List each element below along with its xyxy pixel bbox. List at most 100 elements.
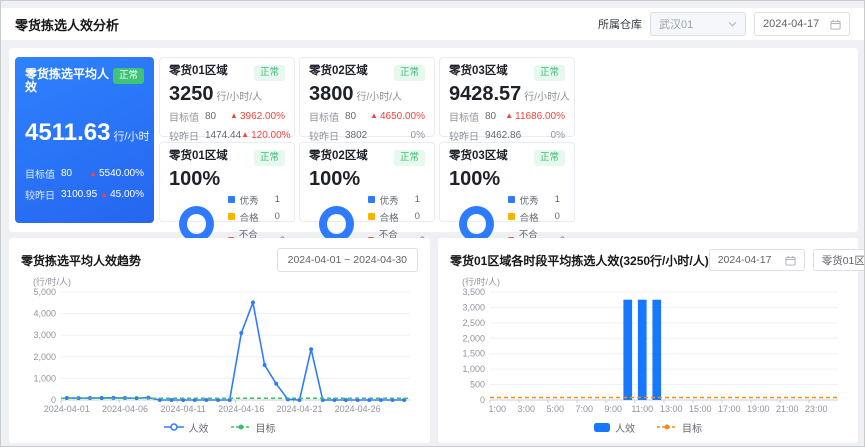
legend-item-qualified[interactable]: 合格0: [508, 210, 565, 224]
svg-text:2024-04-26: 2024-04-26: [335, 404, 381, 414]
donut-chart: [319, 206, 354, 242]
rate-card-title: 零货01区域: [169, 150, 228, 163]
status-badge: 正常: [254, 150, 285, 166]
blue-square-icon: [368, 196, 375, 203]
rate-card-title: 零货03区域: [449, 150, 508, 163]
svg-text:(行/时/人): (行/时/人): [33, 276, 71, 287]
area-metric-value: 3800行/小时/人: [309, 83, 425, 105]
calendar-icon: [785, 255, 796, 266]
svg-text:1,500: 1,500: [462, 349, 485, 359]
svg-text:9:00: 9:00: [604, 404, 622, 414]
warehouse-select[interactable]: 武汉01: [650, 12, 746, 36]
blue-square-icon: [228, 196, 235, 203]
date-range-picker[interactable]: 2024-04-01 ~ 2024-04-30: [277, 248, 418, 272]
date-range-value: 2024-04-01 ~ 2024-04-30: [288, 254, 407, 266]
rate-card-03: 零货03区域 正常 100% 优秀1 合格0 不合格0: [439, 142, 575, 222]
trend-line-chart: 01,0002,0003,0004,0005,0002024-04-012024…: [21, 276, 418, 416]
hourly-date-picker[interactable]: 2024-04-17: [709, 249, 805, 271]
area-card-02: 零货02区域 正常 3800行/小时/人 目标值80 ▲4650.00% 较昨日…: [299, 57, 435, 137]
summary-metric-unit: 行/小时: [113, 131, 149, 143]
legend-item-excellent[interactable]: 优秀1: [228, 193, 285, 207]
status-badge: 正常: [534, 65, 565, 81]
svg-text:2024-04-01: 2024-04-01: [44, 404, 90, 414]
svg-text:2024-04-21: 2024-04-21: [276, 404, 322, 414]
kpi-cards-panel: 零货拣选平均人效 正常 4511.63行/小时 目标值80 ▲5540.00% …: [9, 48, 858, 232]
dashboard: 零货拣选人效分析 所属仓库 武汉01 2024-04-17 零货拣选平均人效 正…: [0, 0, 865, 447]
donut-chart: [459, 206, 494, 242]
warehouse-select-value: 武汉01: [659, 16, 693, 32]
svg-text:21:00: 21:00: [776, 404, 799, 414]
vs-yesterday-row: 较昨日9462.86 0%: [449, 128, 565, 143]
rate-value: 100%: [449, 169, 565, 189]
svg-text:5:00: 5:00: [546, 404, 564, 414]
svg-text:500: 500: [470, 380, 485, 390]
trend-panel: 零货拣选平均人效趋势 2024-04-01 ~ 2024-04-30 01,00…: [9, 238, 430, 443]
rate-card-title: 零货02区域: [309, 150, 368, 163]
area-metric-unit: 行/小时/人: [357, 92, 403, 103]
trend-legend: 人效 目标: [21, 418, 418, 436]
svg-text:0: 0: [480, 395, 485, 405]
svg-text:1,000: 1,000: [462, 364, 485, 374]
hourly-panel-title: 零货01区域各时段平均拣选人效(3250行/小时/人): [450, 252, 709, 269]
legend-item-renxiao[interactable]: 人效: [594, 420, 635, 435]
yellow-square-icon: [228, 213, 235, 220]
area-card-01: 零货01区域 正常 3250行/小时/人 目标值80 ▲3962.00% 较昨日…: [159, 57, 295, 137]
legend-item-mubiao[interactable]: 目标: [657, 420, 702, 435]
chevron-down-icon: [728, 21, 737, 27]
area-card-title: 零货03区域: [449, 65, 508, 78]
date-picker[interactable]: 2024-04-17: [754, 12, 850, 36]
status-badge: 正常: [534, 150, 565, 166]
rate-card-01: 零货01区域 正常 100% 优秀1 合格0 不合格0: [159, 142, 295, 222]
svg-text:1,000: 1,000: [33, 373, 56, 383]
donut-chart: [179, 206, 214, 242]
hourly-date-value: 2024-04-17: [718, 254, 772, 266]
dashed-line-icon: [657, 423, 677, 431]
svg-text:2,000: 2,000: [33, 352, 56, 362]
legend-item-qualified[interactable]: 合格0: [368, 210, 425, 224]
vs-yesterday-row: 较昨日3802 0%: [309, 128, 425, 143]
status-badge: 正常: [394, 65, 425, 81]
line-marker-icon: [164, 423, 184, 431]
svg-text:13:00: 13:00: [660, 404, 683, 414]
date-picker-value: 2024-04-17: [763, 18, 819, 30]
svg-text:3:00: 3:00: [517, 404, 535, 414]
yellow-square-icon: [368, 213, 375, 220]
top-bar-filters: 所属仓库 武汉01 2024-04-17: [598, 12, 850, 36]
svg-text:17:00: 17:00: [718, 404, 741, 414]
svg-text:5,000: 5,000: [33, 287, 56, 297]
page-title: 零货拣选人效分析: [15, 15, 119, 34]
top-bar: 零货拣选人效分析 所属仓库 武汉01 2024-04-17: [1, 8, 864, 40]
area-metric-value: 9428.57行/小时/人: [449, 83, 565, 105]
area-select-value: 零货01区域: [822, 253, 865, 268]
svg-text:3,000: 3,000: [462, 302, 485, 312]
legend-item-renxiao[interactable]: 人效: [164, 420, 209, 435]
svg-text:2024-04-06: 2024-04-06: [102, 404, 148, 414]
status-badge: 正常: [394, 150, 425, 166]
trend-panel-title: 零货拣选平均人效趋势: [21, 252, 141, 269]
calendar-icon: [830, 19, 841, 30]
vs-yesterday-row: 较昨日3100.95 ▲45.00%: [25, 187, 144, 202]
svg-text:11:00: 11:00: [631, 404, 653, 414]
hourly-panel: 零货01区域各时段平均拣选人效(3250行/小时/人) 2024-04-17 零…: [438, 238, 858, 443]
area-select[interactable]: 零货01区域: [813, 249, 865, 271]
svg-text:3,000: 3,000: [33, 330, 56, 340]
area-card-03: 零货03区域 正常 9428.57行/小时/人 目标值80 ▲11686.00%…: [439, 57, 575, 137]
legend-item-qualified[interactable]: 合格0: [228, 210, 285, 224]
summary-metric-value: 4511.63行/小时: [25, 120, 144, 146]
svg-text:15:00: 15:00: [689, 404, 712, 414]
rate-value: 100%: [169, 169, 285, 189]
yellow-square-icon: [508, 213, 515, 220]
legend-item-excellent[interactable]: 优秀1: [368, 193, 425, 207]
summary-card: 零货拣选平均人效 正常 4511.63行/小时 目标值80 ▲5540.00% …: [15, 57, 154, 223]
svg-text:19:00: 19:00: [747, 404, 770, 414]
svg-text:23:00: 23:00: [805, 404, 828, 414]
hourly-legend: 人效 目标: [450, 418, 846, 436]
up-triangle-icon: ▲: [370, 112, 378, 120]
legend-item-mubiao[interactable]: 目标: [231, 420, 276, 435]
up-triangle-icon: ▲: [505, 112, 513, 120]
status-badge: 正常: [113, 68, 144, 84]
up-triangle-icon: ▲: [241, 131, 249, 139]
svg-text:2,000: 2,000: [462, 333, 485, 343]
svg-text:4,000: 4,000: [33, 309, 56, 319]
legend-item-excellent[interactable]: 优秀1: [508, 193, 565, 207]
